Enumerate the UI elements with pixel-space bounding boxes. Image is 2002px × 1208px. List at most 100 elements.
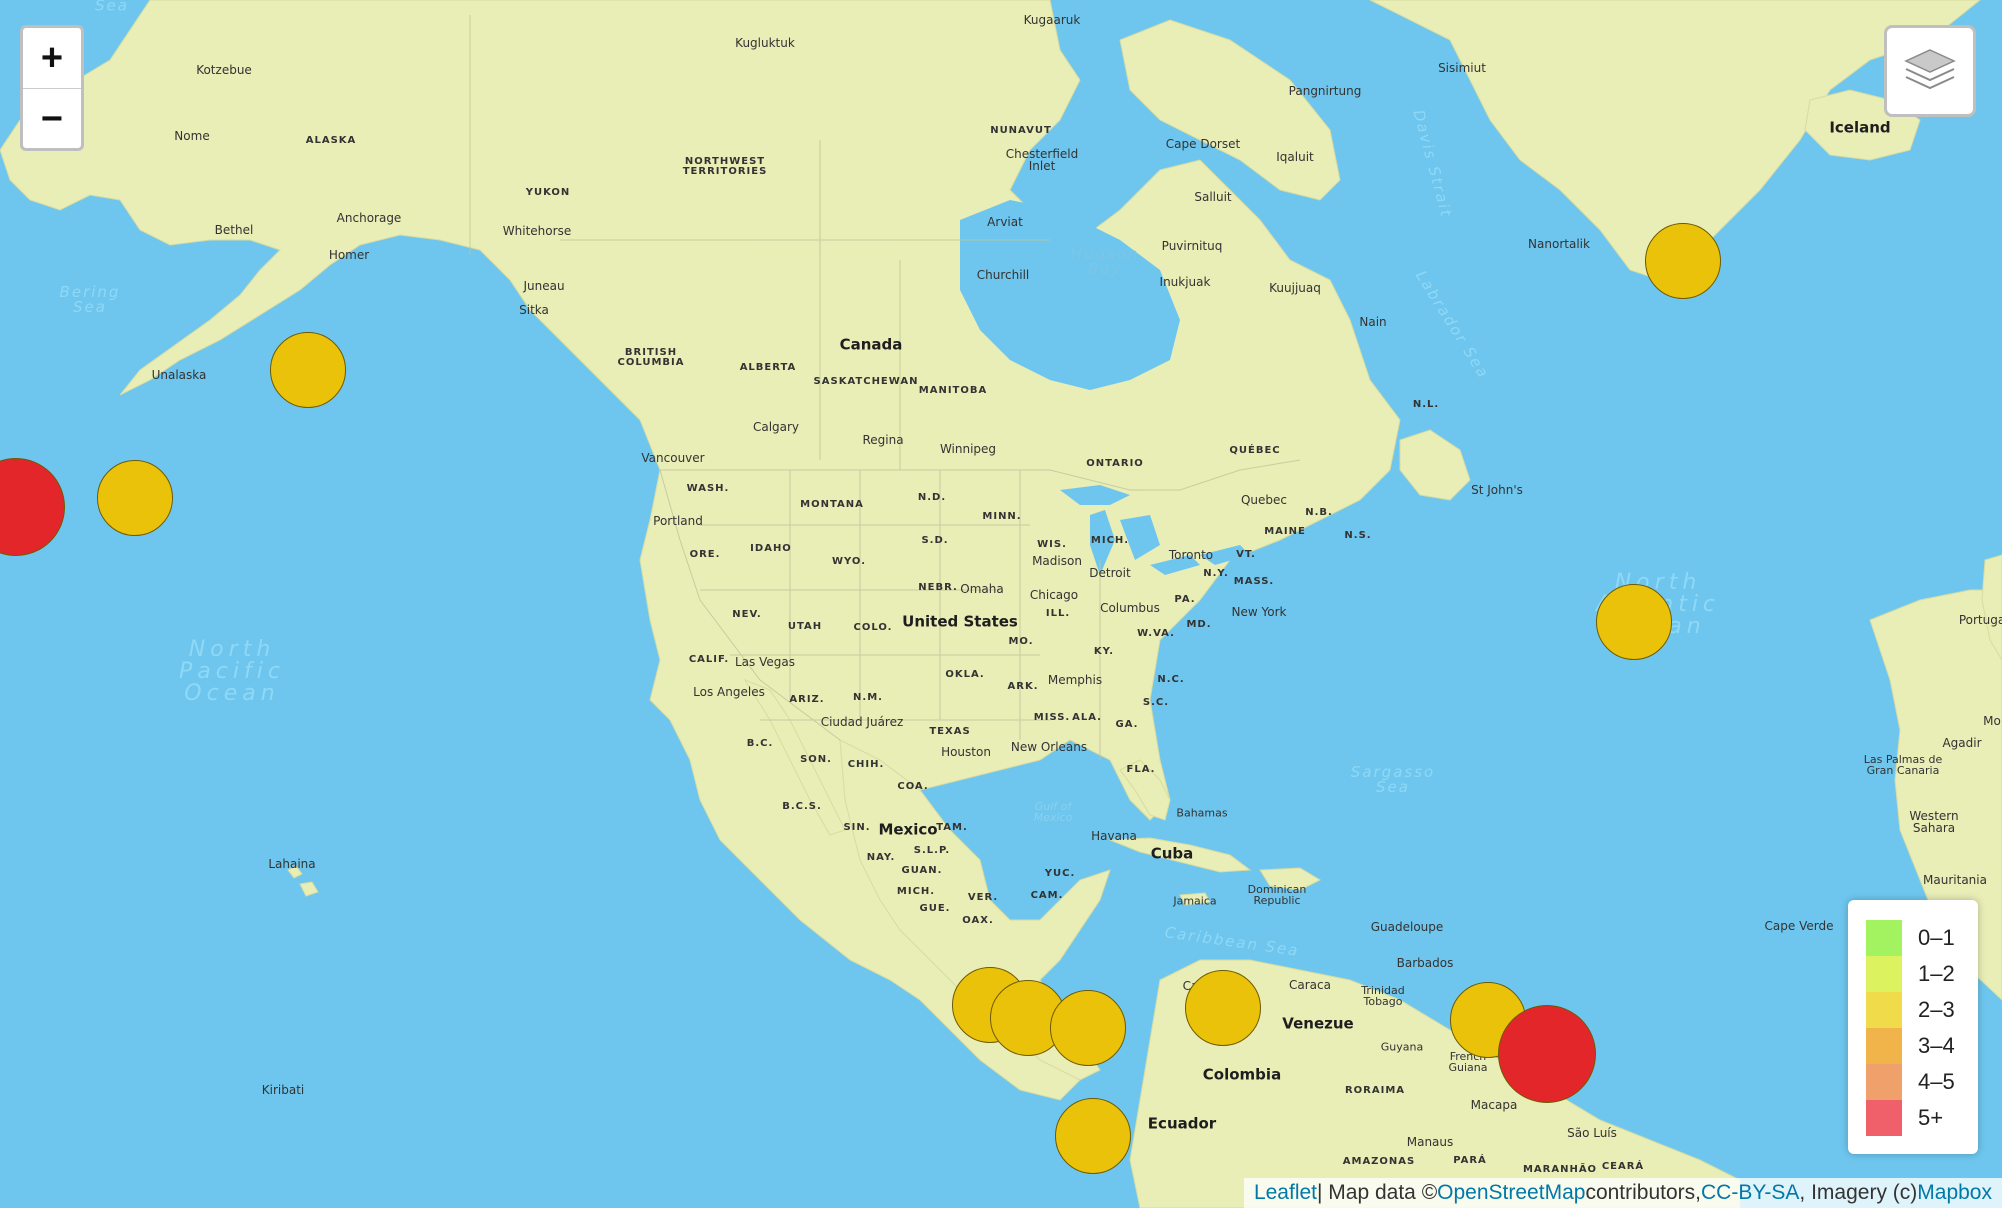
guyana-label: Guyana [1380,1040,1424,1054]
city-new-york: New York [1231,605,1287,619]
roraima-label: RORAIMA [1344,1085,1406,1096]
city-arviat: Arviat [987,215,1023,229]
city-madison: Madison [1032,554,1082,568]
ky-label: KY. [1093,646,1115,657]
coa-label: COA. [897,781,929,792]
mexico-label: Mexico [878,820,938,839]
city-toronto: Toronto [1168,548,1214,562]
city-bethel: Bethel [214,223,254,237]
colo-label: COLO. [853,622,893,633]
map-container[interactable]: North Pacific Ocean North Atlantic Ocean… [0,0,2002,1208]
earthquake-marker[interactable] [1596,584,1673,661]
city-portland: Portland [653,514,703,528]
nb-label: N.B. [1305,507,1333,518]
idaho-label: IDAHO [750,543,792,554]
bc-mx-label: B.C. [746,738,774,749]
nl-label: N.L. [1412,399,1440,410]
city-homer: Homer [328,248,370,262]
fla-label: FLA. [1126,764,1156,775]
para-label: PARÁ [1453,1155,1487,1166]
city-omaha: Omaha [960,582,1004,596]
city-chesterfield: Chesterfield Inlet [1005,147,1079,173]
city-las-palmas: Las Palmas de Gran Canaria [1863,753,1943,777]
nev-label: NEV. [732,609,762,620]
nay-label: NAY. [866,852,896,863]
ceara-label: CEARÁ [1601,1161,1645,1172]
ark-label: ARK. [1007,681,1039,692]
magnitude-legend: 0–1 1–2 2–3 3–4 4–5 5+ [1848,900,1978,1154]
vt-label: VT. [1236,549,1256,560]
legend-item: 0–1 [1866,920,1960,956]
alaska-label: ALASKA [305,135,357,146]
city-ciudad-juarez: Ciudad Juárez [820,715,904,729]
openstreetmap-link[interactable]: OpenStreetMap [1437,1181,1585,1205]
city-winnipeg: Winnipeg [939,442,997,456]
leaflet-link[interactable]: Leaflet [1254,1181,1317,1205]
son-label: SON. [800,754,832,765]
mich-mx-label: MICH. [896,886,936,897]
earthquake-marker[interactable] [97,460,174,537]
sc-label: S.C. [1142,697,1170,708]
legend-swatch [1866,1064,1902,1100]
md-label: MD. [1186,619,1212,630]
legend-item: 4–5 [1866,1064,1960,1100]
earthquake-marker[interactable] [1498,1005,1597,1104]
wis-label: WIS. [1037,539,1067,550]
nc-label: N.C. [1157,674,1185,685]
maine-label: MAINE [1264,526,1306,537]
legend-swatch [1866,956,1902,992]
city-kuujjuaq: Kuujjuaq [1269,281,1321,295]
slp-label: S.L.P. [913,845,951,856]
city-macapa: Macapa [1470,1098,1518,1112]
ny-label: N.Y. [1203,568,1229,579]
ver-label: VER. [967,892,999,903]
yukon-label: YUKON [525,187,571,198]
miss-label: MISS. [1033,712,1071,723]
calif-label: CALIF. [688,654,730,665]
bering-sea-label: Bering Sea [59,283,121,316]
legend-swatch [1866,920,1902,956]
north-pacific-label: North Pacific Ocean [179,637,285,706]
earthquake-marker[interactable] [1644,222,1721,299]
saskatchewan-label: SASKATCHEWAN [813,376,919,387]
sargasso-sea-label: Sargasso Sea [1350,763,1436,796]
city-nanortalik: Nanortalik [1528,237,1590,251]
zoom-in-button[interactable]: + [23,28,81,88]
cuba-label: Cuba [1150,844,1194,863]
city-juneau: Juneau [523,279,565,293]
zoom-out-button[interactable]: − [23,88,81,148]
chih-label: CHIH. [847,759,885,770]
earthquake-marker[interactable] [1049,990,1126,1067]
united-states-label: United States [902,612,1018,631]
layers-control-button[interactable] [1884,25,1976,117]
montana-label: MONTANA [800,499,864,510]
legend-label: 3–4 [1918,1033,1955,1058]
city-iqaluit: Iqaluit [1276,150,1314,164]
legend-swatch [1866,992,1902,1028]
earthquake-marker[interactable] [1054,1098,1131,1175]
ns-label: N.S. [1344,530,1372,541]
ill-label: ILL. [1045,608,1071,619]
ala-label: ALA. [1072,712,1102,723]
city-los-angeles: Los Angeles [693,685,765,699]
wash-label: WASH. [686,483,730,494]
earthquake-marker[interactable] [270,331,347,408]
ecuador-label: Ecuador [1147,1114,1217,1133]
legend-rows: 0–1 1–2 2–3 3–4 4–5 5+ [1866,920,1960,1136]
bahamas-label: Bahamas [1176,806,1228,820]
nwt-label: NORTHWEST TERRITORIES [682,156,768,177]
attribution-text-2: contributors, [1585,1181,1701,1204]
ontario-label: ONTARIO [1086,458,1144,469]
utah-label: UTAH [787,621,823,632]
city-st-johns: St John's [1471,483,1523,497]
city-las-vegas: Las Vegas [735,655,795,669]
mass-label: MASS. [1233,576,1275,587]
mich-label: MICH. [1090,535,1130,546]
mapbox-link[interactable]: Mapbox [1917,1181,1992,1205]
manitoba-label: MANITOBA [918,385,988,396]
maranhao-label: MARANHÃO [1522,1164,1598,1175]
cc-by-sa-link[interactable]: CC-BY-SA [1701,1181,1799,1205]
amazonas-label: AMAZONAS [1342,1156,1416,1167]
earthquake-marker[interactable] [1184,969,1261,1046]
legend-item: 2–3 [1866,992,1960,1028]
